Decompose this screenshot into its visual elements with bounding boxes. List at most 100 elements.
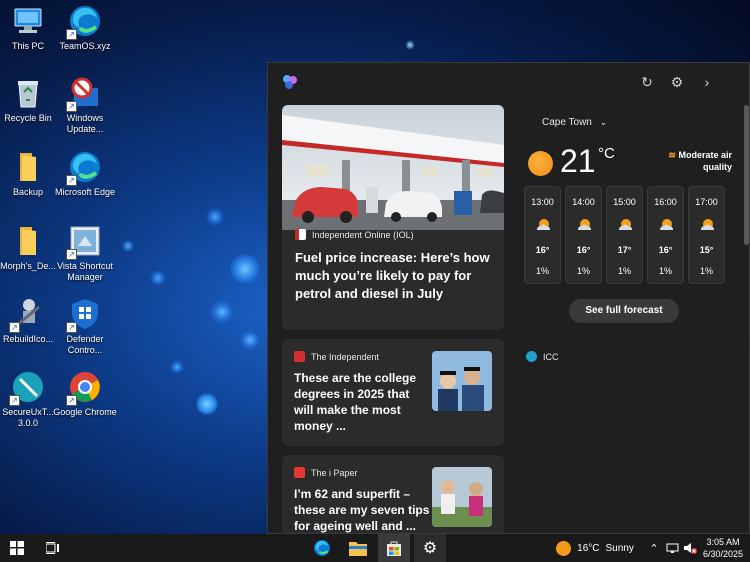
folder-icon: [11, 224, 45, 258]
taskbar-microsoft-store[interactable]: [378, 534, 410, 562]
hourly-forecast-item[interactable]: 15:00 17° 1%: [606, 186, 643, 284]
air-quality: ≋ Moderate air quality: [652, 149, 732, 173]
see-full-forecast-button[interactable]: See full forecast: [569, 299, 679, 323]
shortcut-arrow-icon: ↗: [66, 322, 77, 333]
desktop-icon-edge[interactable]: ↗ Microsoft Edge: [50, 150, 120, 198]
start-button[interactable]: [0, 534, 34, 562]
hour-temp: 16°: [535, 245, 550, 255]
taskbar-file-explorer[interactable]: [342, 534, 374, 562]
chrome-icon: ↗: [66, 370, 102, 406]
desktop-icon-google-chrome[interactable]: ↗ Google Chrome: [50, 370, 120, 418]
hour-precip: 1%: [699, 266, 713, 276]
clock-time: 3:05 AM: [706, 537, 740, 547]
hour-precip: 1%: [576, 266, 590, 276]
shortcut-arrow-icon: ↗: [66, 29, 77, 40]
hourly-forecast-item[interactable]: 14:00 16° 1%: [565, 186, 602, 284]
news-source-name: Independent Online (IOL): [312, 229, 414, 240]
settings-icon[interactable]: ⚙: [667, 72, 687, 92]
news-thumbnail: [432, 467, 492, 527]
weather-location[interactable]: Cape Town ⌄: [542, 117, 607, 128]
shortcut-arrow-icon: ↗: [66, 249, 77, 260]
shortcut-arrow-icon: ↗: [66, 175, 77, 186]
network-icon[interactable]: [664, 534, 680, 562]
air-quality-label: Moderate air quality: [678, 150, 732, 172]
taskbar-edge[interactable]: [306, 534, 338, 562]
hour-temp: 17°: [617, 245, 632, 255]
desktop-icon-teamos[interactable]: ↗ TeamOS.xyz: [50, 4, 120, 52]
partly-cloudy-icon: [701, 219, 714, 230]
taskbar-weather[interactable]: 16°C Sunny: [550, 534, 640, 562]
air-quality-icon: ≋: [668, 150, 679, 160]
news-source: Independent Online (IOL): [295, 229, 414, 240]
robot-icon: ↗: [9, 297, 45, 333]
edge-icon: ↗: [66, 4, 102, 40]
hour-time: 17:00: [695, 197, 718, 207]
weather-widget[interactable]: Cape Town ⌄ 21 °C ≋ Moderate air quality…: [514, 105, 746, 330]
taskbar-weather-temp: 16°C: [577, 542, 600, 554]
hour-time: 16:00: [654, 197, 677, 207]
windows-logo-icon: [10, 541, 24, 555]
hour-time: 15:00: [613, 197, 636, 207]
task-view-button[interactable]: [36, 534, 70, 562]
city-name: Cape Town: [542, 117, 592, 128]
icc-logo-icon: [526, 351, 537, 362]
partly-cloudy-icon: [578, 219, 591, 230]
news-headline[interactable]: These are the college degrees in 2025 th…: [294, 370, 432, 434]
partly-cloudy-icon: [619, 219, 632, 230]
desktop-icon-label: Vista Shortcut Manager: [57, 261, 113, 282]
edge-icon: ↗: [66, 150, 102, 186]
desktop-icon-defender-control[interactable]: ↗ Defender Contro...: [50, 297, 120, 356]
hour-time: 14:00: [572, 197, 595, 207]
desktop-icon-label: Windows Update...: [66, 113, 104, 134]
hourly-forecast-item[interactable]: 16:00 16° 1%: [647, 186, 684, 284]
volume-muted-icon[interactable]: [682, 534, 698, 562]
hour-temp: 16°: [658, 245, 673, 255]
hour-precip: 1%: [617, 266, 631, 276]
show-hidden-icons-button[interactable]: ⌃: [647, 534, 661, 562]
temperature-unit: °C: [598, 145, 615, 162]
clock-date: 6/30/2025: [702, 549, 744, 559]
icc-card[interactable]: ICC: [514, 339, 746, 533]
hour-precip: 1%: [535, 266, 549, 276]
chevron-right-icon[interactable]: ›: [697, 72, 717, 92]
shield-icon: ↗: [66, 297, 102, 333]
taskbar: ⚙ 16°C Sunny ⌃ 3:05 AM 6/30/2025: [0, 534, 750, 562]
taskbar-settings[interactable]: ⚙: [414, 534, 446, 562]
shortcut-arrow-icon: ↗: [66, 395, 77, 406]
chevron-up-icon: ⌃: [649, 542, 659, 555]
desktop-icon-vista-shortcut[interactable]: ↗ Vista Shortcut Manager: [50, 224, 120, 283]
sun-icon: [556, 540, 572, 556]
gear-icon: ⚙: [422, 540, 438, 557]
sun-icon: [528, 151, 553, 176]
news-source: ICC: [526, 351, 559, 362]
clock[interactable]: 3:05 AM 6/30/2025: [700, 534, 746, 562]
computer-icon: [11, 4, 45, 38]
refresh-icon[interactable]: ↻: [637, 72, 657, 92]
news-card[interactable]: The i Paper I’m 62 and superfit – these …: [282, 455, 504, 533]
widgets-scrollbar[interactable]: [744, 105, 749, 245]
brush-icon: ↗: [9, 370, 45, 406]
hourly-forecast: 13:00 16° 1% 14:00 16° 1% 15:00 17° 1% 1…: [524, 186, 725, 284]
windows-update-icon: ↗: [66, 76, 102, 112]
hourly-forecast-item[interactable]: 17:00 15° 1%: [688, 186, 725, 284]
shortcut-arrow-icon: ↗: [9, 395, 20, 406]
hourly-forecast-item[interactable]: 13:00 16° 1%: [524, 186, 561, 284]
desktop-icon-windows-update[interactable]: ↗ Windows Update...: [50, 76, 120, 135]
hour-temp: 15°: [699, 245, 714, 255]
hero-news-card[interactable]: Independent Online (IOL) Fuel price incr…: [282, 105, 504, 330]
widgets-logo-icon[interactable]: [281, 73, 299, 91]
folder-icon: [11, 150, 45, 184]
partly-cloudy-icon: [660, 219, 673, 230]
news-thumbnail: [432, 351, 492, 411]
hero-headline[interactable]: Fuel price increase: Here’s how much you…: [295, 249, 495, 303]
partly-cloudy-icon: [537, 219, 550, 230]
desktop-icon-label: Google Chrome: [53, 407, 117, 417]
hero-news-image: [282, 105, 504, 230]
hour-temp: 16°: [576, 245, 591, 255]
ipaper-logo-icon: [294, 467, 305, 478]
recycle-bin-icon: [11, 76, 45, 110]
news-headline[interactable]: I’m 62 and superfit – these are my seven…: [294, 486, 432, 533]
widgets-header: ↻ ⚙ ›: [268, 63, 749, 101]
news-card[interactable]: The Independent These are the college de…: [282, 339, 504, 446]
news-source: The Independent: [294, 351, 379, 362]
